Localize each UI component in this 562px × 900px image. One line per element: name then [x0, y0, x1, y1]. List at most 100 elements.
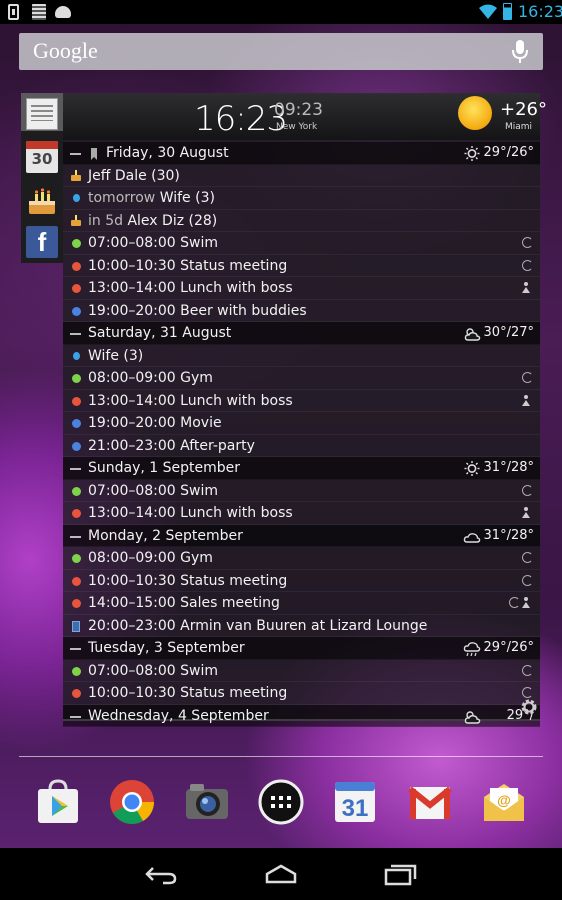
- tab-facebook[interactable]: f: [26, 226, 58, 258]
- event-text: 19:00–20:00 Beer with buddies: [88, 302, 307, 319]
- tab-agenda[interactable]: [21, 93, 63, 131]
- repeat-icon: [522, 259, 533, 271]
- android-notification-icon: [55, 6, 71, 18]
- event-text: 08:00–09:00 Gym: [88, 550, 213, 566]
- event-text: 21:00–23:00 After-party: [88, 437, 255, 454]
- chrome-icon[interactable]: [109, 779, 155, 825]
- event-relative-day: tomorrow: [88, 190, 156, 206]
- contact-event-item[interactable]: tomorrow Wife (3): [63, 187, 540, 210]
- calendar-color-dot: [72, 261, 81, 271]
- calendar-color-dot: [72, 306, 81, 316]
- event-label: 10:00–10:30 Status meeting: [88, 570, 287, 593]
- repeat-icon: [522, 552, 533, 563]
- calendar-color-dot: [72, 599, 81, 608]
- day-label: Tuesday, 3 September: [88, 640, 245, 656]
- collapse-dash-icon: [70, 333, 81, 335]
- event-item[interactable]: 19:00–20:00 Movie: [63, 412, 540, 435]
- calendar-color-dot: [72, 486, 81, 496]
- collapse-dash-icon: [70, 715, 81, 718]
- day-header[interactable]: Tuesday, 3 September 29°/26°: [63, 637, 540, 660]
- tab-calendar[interactable]: 30: [26, 141, 58, 173]
- event-item[interactable]: 19:00–20:00 Beer with buddies: [63, 300, 540, 323]
- event-item[interactable]: 07:00–08:00 Swim: [63, 232, 540, 255]
- event-text: 10:00–10:30 Status meeting: [88, 572, 288, 589]
- event-text: Wife (3): [159, 190, 215, 206]
- calendar-color-dot: [72, 554, 81, 563]
- event-text: 20:00–23:00 Armin van Buuren at Lizard L…: [88, 617, 428, 634]
- back-button[interactable]: [143, 862, 179, 886]
- calendar-widget: 16:23 09:23 New York +26° Miami Friday, …: [63, 93, 547, 727]
- clock-secondary-city: New York: [276, 122, 318, 132]
- microphone-icon[interactable]: [512, 40, 528, 64]
- event-label: 07:00–08:00 Swim: [88, 660, 218, 683]
- repeat-icon: [522, 237, 533, 248]
- event-item[interactable]: 08:00–09:00 Gym: [63, 367, 540, 390]
- email-icon[interactable]: @: [481, 779, 527, 825]
- google-search-bar[interactable]: Google: [19, 33, 543, 70]
- notification-icon: [8, 4, 19, 20]
- app-drawer-icon[interactable]: [258, 779, 304, 825]
- event-label: 21:00–23:00 After-party: [88, 435, 255, 458]
- calendar-icon[interactable]: 31: [332, 779, 378, 825]
- widget-header[interactable]: 16:23 09:23 New York +26° Miami: [63, 93, 547, 140]
- event-item[interactable]: 07:00–08:00 Swim: [63, 660, 540, 683]
- event-item[interactable]: 13:00–14:00 Lunch with boss: [63, 390, 540, 412]
- event-text: 10:00–10:30 Status meeting: [88, 685, 288, 701]
- event-text: 07:00–08:00 Swim: [88, 482, 219, 499]
- day-temperature: 31°/28°: [483, 460, 534, 475]
- calendar-color-dot: [72, 666, 81, 676]
- event-item[interactable]: 07:00–08:00 Swim: [63, 480, 540, 503]
- recent-apps-button[interactable]: [382, 862, 418, 886]
- day-header[interactable]: Wednesday, 4 September 29°/: [63, 704, 540, 727]
- event-text: 08:00–09:00 Gym: [88, 370, 213, 386]
- battery-icon: [503, 3, 512, 20]
- home-button[interactable]: [263, 862, 299, 886]
- event-text: 13:00–14:00 Lunch with boss: [88, 505, 293, 521]
- play-store-icon[interactable]: [35, 779, 81, 825]
- weather-city: Miami: [505, 122, 533, 132]
- event-label: 20:00–23:00 Armin van Buuren at Lizard L…: [88, 615, 427, 638]
- settings-gear-icon[interactable]: [519, 697, 539, 717]
- agenda-list: Friday, 30 August 29°/26° Jeff Dale (30) to…: [63, 142, 540, 727]
- event-item[interactable]: 14:00–15:00 Sales meeting: [63, 592, 540, 615]
- tab-birthdays[interactable]: [26, 185, 58, 217]
- partly-cloudy-icon: [464, 328, 481, 341]
- day-header[interactable]: Saturday, 31 August 30°/27°: [63, 322, 540, 345]
- wifi-icon: [479, 4, 497, 19]
- calendar-color-dot: [72, 689, 81, 698]
- weather-temp: +26°: [500, 99, 547, 120]
- birthday-item[interactable]: in 5d Alex Diz (28): [63, 210, 540, 232]
- birthday-cake-icon: [71, 169, 81, 181]
- event-item[interactable]: 08:00–09:00 Gym: [63, 547, 540, 570]
- day-header[interactable]: Friday, 30 August 29°/26°: [63, 142, 540, 165]
- event-label: 13:00–14:00 Lunch with boss: [88, 502, 293, 525]
- event-item[interactable]: 13:00–14:00 Lunch with boss: [63, 277, 540, 300]
- event-item[interactable]: 20:00–23:00 Armin van Buuren at Lizard L…: [63, 615, 540, 638]
- day-header[interactable]: Monday, 2 September 31°/28°: [63, 524, 540, 547]
- day-label: Saturday, 31 August: [88, 325, 232, 341]
- event-label: 19:00–20:00 Beer with buddies: [88, 300, 307, 323]
- day-temperature: 29°/26°: [483, 640, 534, 655]
- calendar-app-day: 31: [342, 795, 369, 822]
- anniversary-icon: [73, 194, 80, 202]
- contact-event-item[interactable]: Wife (3): [63, 345, 540, 367]
- camera-icon[interactable]: [184, 779, 230, 825]
- event-item[interactable]: 13:00–14:00 Lunch with boss: [63, 502, 540, 525]
- event-label: 10:00–10:30 Status meeting: [88, 255, 287, 278]
- birthday-item[interactable]: Jeff Dale (30): [63, 165, 540, 188]
- film-notification-icon: [32, 4, 46, 20]
- event-item[interactable]: 10:00–10:30 Status meeting: [63, 682, 540, 705]
- day-label: Wednesday, 4 September: [88, 707, 269, 724]
- sun-icon: [464, 461, 480, 476]
- sun-icon: [464, 146, 480, 161]
- event-item[interactable]: 10:00–10:30 Status meeting: [63, 570, 540, 593]
- event-label: 07:00–08:00 Swim: [88, 480, 218, 503]
- event-item[interactable]: 10:00–10:30 Status meeting: [63, 255, 540, 278]
- day-temperature: 30°/27°: [483, 325, 534, 340]
- status-time: 16:23: [518, 2, 562, 21]
- event-label: Jeff Dale (30): [88, 165, 180, 188]
- collapse-dash-icon: [70, 648, 81, 650]
- day-header[interactable]: Sunday, 1 September 31°/28°: [63, 457, 540, 480]
- event-item[interactable]: 21:00–23:00 After-party: [63, 435, 540, 458]
- gmail-icon[interactable]: [407, 779, 453, 825]
